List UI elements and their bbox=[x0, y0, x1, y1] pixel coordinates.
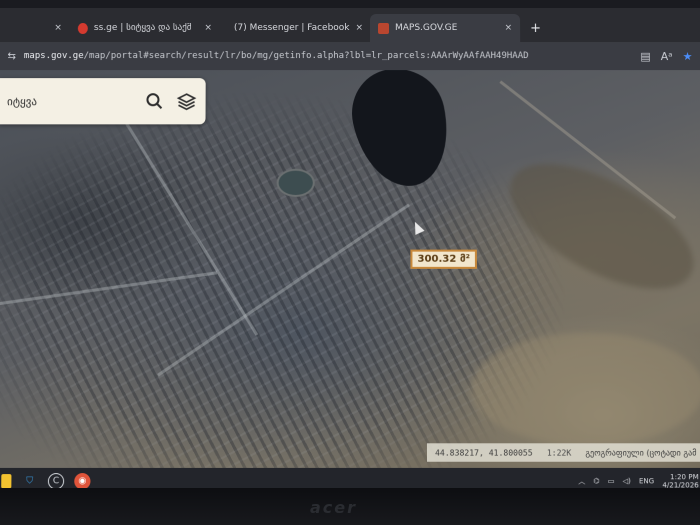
hills-southeast bbox=[471, 332, 700, 446]
layers-icon[interactable] bbox=[175, 90, 197, 112]
tab-mapsgov[interactable]: MAPS.GOV.GE × bbox=[370, 13, 521, 43]
map-canvas[interactable]: იტყვა 300.32 მ² 44.838217, 41.800055 1:2… bbox=[0, 70, 700, 468]
network-icon[interactable]: ⌬ bbox=[593, 477, 599, 485]
battery-icon[interactable]: ▭ bbox=[608, 477, 615, 485]
tab-mapsgov-label: MAPS.GOV.GE bbox=[395, 23, 458, 34]
mapsgov-icon bbox=[378, 22, 390, 34]
reader-icon[interactable]: ▤ bbox=[640, 50, 651, 63]
close-icon[interactable]: × bbox=[204, 23, 212, 33]
chevron-up-icon[interactable]: ︿ bbox=[578, 476, 585, 486]
device-brand-logo: acer bbox=[310, 498, 358, 517]
tab-messenger[interactable]: (7) Messenger | Facebook × bbox=[220, 14, 370, 42]
address-bar[interactable]: ⇆ maps.gov.ge/map/portal#search/result/l… bbox=[0, 42, 700, 71]
ssge-icon bbox=[77, 22, 88, 34]
favorite-star-icon[interactable]: ★ bbox=[683, 50, 693, 63]
coordinates-readout: 44.838217, 41.800055 bbox=[435, 447, 533, 458]
language-indicator[interactable]: ENG bbox=[639, 477, 654, 485]
new-tab-button[interactable]: + bbox=[530, 14, 541, 42]
url-text[interactable]: maps.gov.ge/map/portal#search/result/lr/… bbox=[24, 51, 529, 61]
translate-icon[interactable]: Aᵃ bbox=[661, 50, 673, 63]
measurement-label: 300.32 მ² bbox=[410, 249, 478, 269]
tab-blank[interactable]: × bbox=[0, 14, 70, 42]
site-info-icon[interactable]: ⇆ bbox=[7, 51, 16, 62]
tab-ssge-label: ss.ge | სიტყვა და საქმე ერ bbox=[93, 23, 193, 34]
toolbar-icons: ▤ Aᵃ ★ bbox=[640, 50, 692, 63]
search-input[interactable]: იტყვა bbox=[7, 95, 133, 108]
speaker-icon[interactable]: ◁) bbox=[623, 477, 631, 485]
clock-time: 1:20 PM bbox=[670, 472, 699, 481]
tab-ssge[interactable]: ss.ge | სიტყვა და საქმე ერ × bbox=[70, 14, 220, 42]
map-status-bar: 44.838217, 41.800055 1:22K გეოგრაფიული (… bbox=[426, 443, 700, 462]
close-icon[interactable]: × bbox=[356, 23, 364, 33]
close-icon[interactable]: × bbox=[54, 23, 62, 33]
pond bbox=[276, 168, 315, 197]
map-attribution: გეოგრაფიული (ცოტადი გამ bbox=[585, 447, 697, 458]
search-panel: იტყვა bbox=[0, 78, 206, 125]
tab-messenger-label: (7) Messenger | Facebook bbox=[233, 23, 350, 34]
tab-strip: × ss.ge | სიტყვა და საქმე ერ × (7) Messe… bbox=[0, 8, 700, 43]
windows-start-icon[interactable] bbox=[1, 474, 12, 489]
scale-readout: 1:22K bbox=[546, 447, 572, 458]
search-icon[interactable] bbox=[143, 90, 165, 112]
monitor-screen: × ss.ge | სიტყვა და საქმე ერ × (7) Messe… bbox=[0, 8, 700, 497]
url-path: /map/portal#search/result/lr/bo/mg/getin… bbox=[83, 51, 529, 62]
close-icon[interactable]: × bbox=[505, 23, 513, 33]
url-host: maps.gov.ge bbox=[23, 51, 84, 62]
photo-frame: × ss.ge | სიტყვა და საქმე ერ × (7) Messe… bbox=[0, 0, 700, 525]
